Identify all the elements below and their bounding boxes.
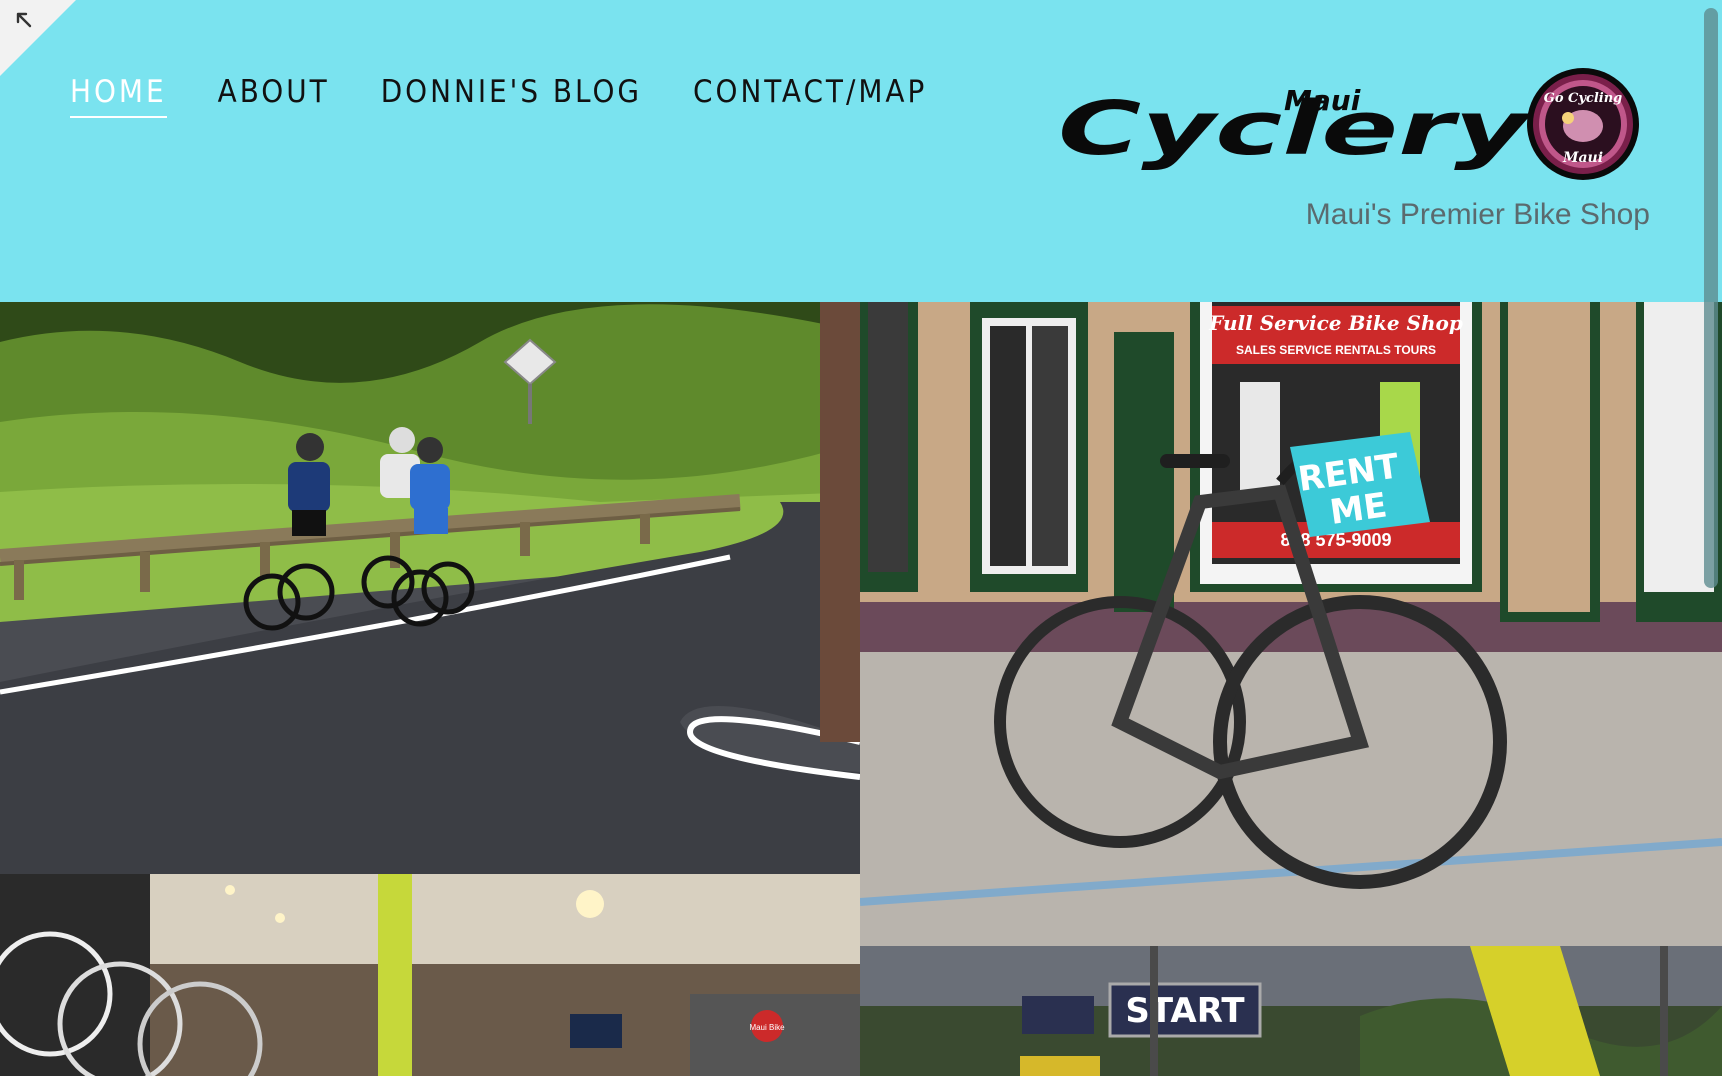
window-sign-text: Full Service Bike Shop (1208, 311, 1463, 335)
main-nav: HOME ABOUT DONNIE'S BLOG CONTACT/MAP (70, 74, 978, 118)
badge-top-text: Go Cycling (1544, 91, 1623, 106)
cyclists-road-photo (0, 302, 860, 874)
nav-about[interactable]: ABOUT (218, 74, 330, 118)
start-line-photo: START (860, 946, 1722, 1076)
scrollbar-thumb[interactable] (1704, 8, 1718, 588)
shop-interior-photo: Maui Bike (0, 874, 860, 1076)
window-services-text: SALES SERVICE RENTALS TOURS (1236, 343, 1436, 357)
start-banner-text: START (1125, 991, 1245, 1031)
rent-me-sign: RENT ME (1290, 432, 1430, 537)
site-tagline: Maui's Premier Bike Shop (1305, 198, 1650, 231)
rent-bike-photo: Full Service Bike Shop SALES SERVICE REN… (860, 302, 1722, 946)
site-logo[interactable]: Maui Cyclery Go Cycling Maui (1052, 66, 1642, 184)
logo-main-text: Cyclery (1058, 86, 1532, 172)
go-cycling-maui-badge: Go Cycling Maui (1527, 68, 1639, 180)
nav-donnies-blog[interactable]: DONNIE'S BLOG (381, 74, 642, 118)
corner-expand-button[interactable] (0, 0, 76, 76)
badge-bottom-text: Maui (1562, 150, 1603, 166)
nav-home[interactable]: HOME (70, 74, 167, 118)
nav-contact-map[interactable]: CONTACT/MAP (693, 74, 927, 118)
vertical-scrollbar[interactable] (1704, 0, 1718, 1076)
site-header: HOME ABOUT DONNIE'S BLOG CONTACT/MAP Mau… (0, 0, 1722, 302)
expand-arrow-icon (0, 0, 76, 76)
rent-sign-line2: ME (1327, 485, 1389, 533)
shop-sign-text: Maui Bike (749, 1023, 785, 1032)
